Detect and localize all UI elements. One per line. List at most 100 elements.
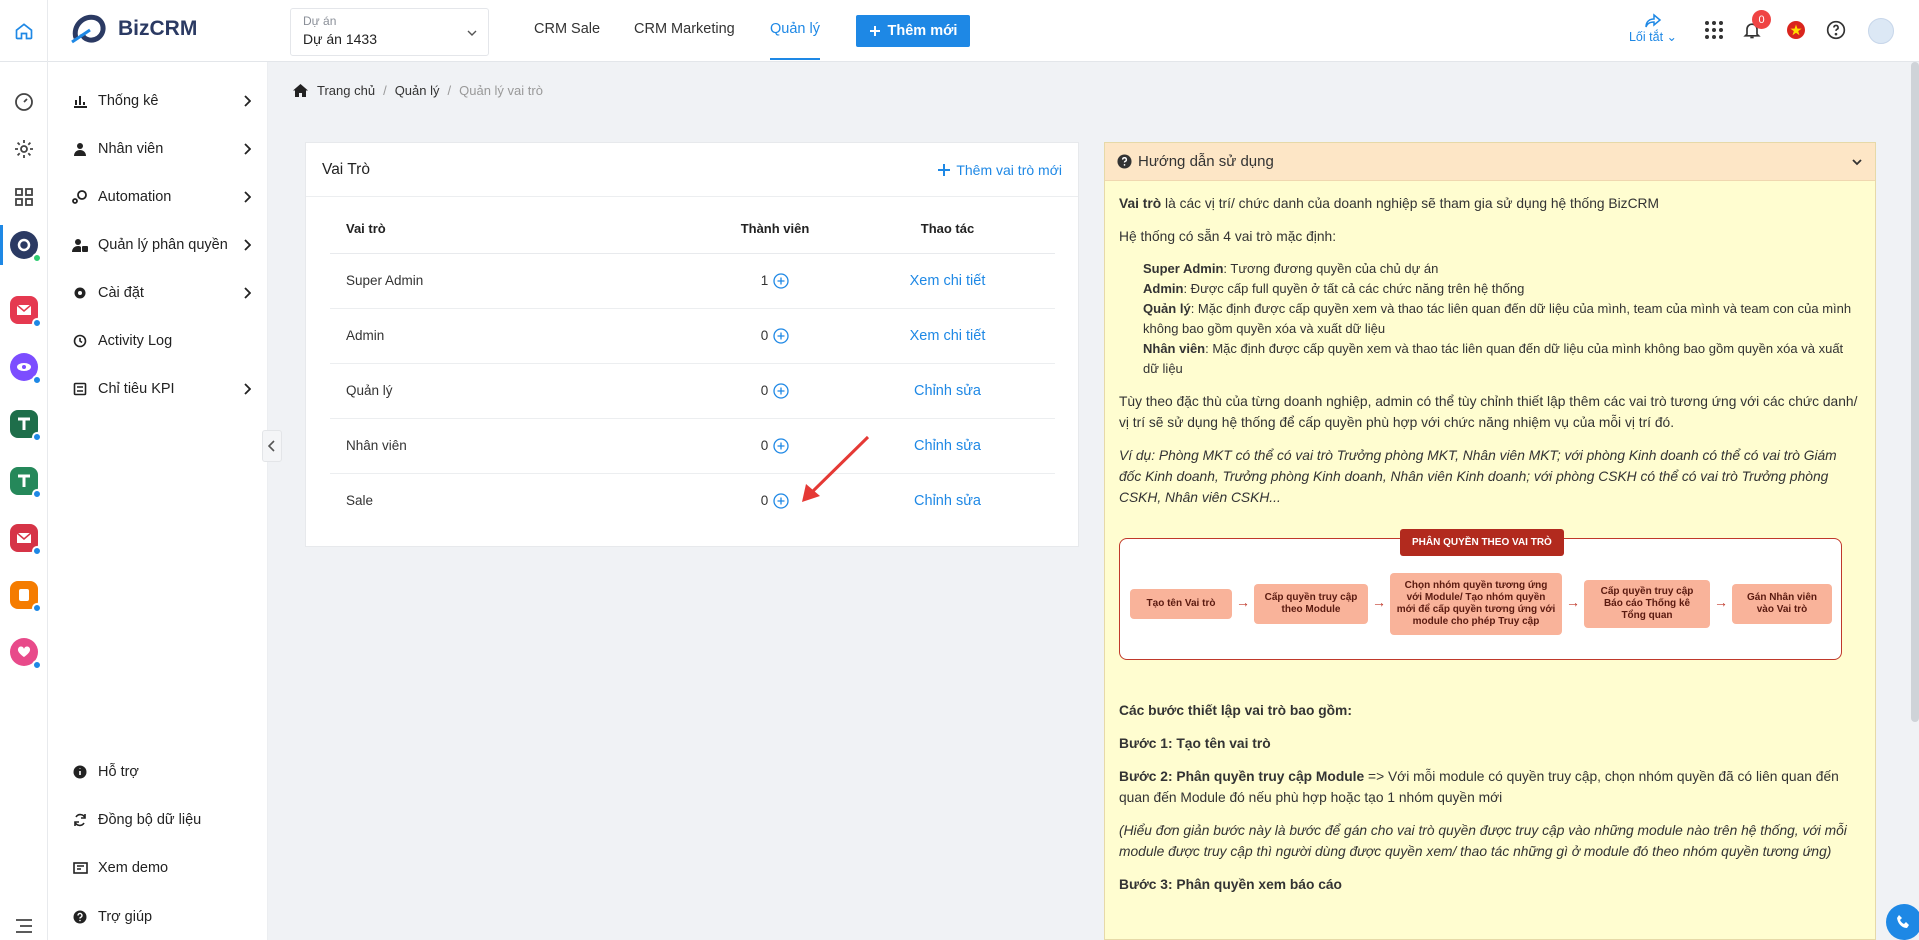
sidebar-item-chi-tieu-kpi[interactable]: Chỉ tiêu KPI [48, 369, 267, 409]
bizcrm-app-icon [17, 238, 31, 252]
menu-lines-icon[interactable] [12, 914, 36, 938]
rail-app-task[interactable] [10, 467, 42, 499]
column-header-members: Thành viên [710, 205, 840, 254]
sidebar-item-thong-ke[interactable]: Thống kê [48, 81, 267, 121]
sidebar-item-dong-bo-du-lieu[interactable]: Đồng bộ dữ liệu [48, 800, 267, 840]
guide-intro-rest: là các vị trí/ chức danh của doanh nghiệ… [1161, 196, 1660, 211]
brand-logo[interactable]: BizCRM [70, 12, 197, 46]
automation-icon [72, 190, 87, 204]
rail-app-mail[interactable] [10, 296, 42, 328]
breadcrumb-home[interactable]: Trang chủ [317, 83, 375, 98]
add-member-icon[interactable] [773, 382, 789, 399]
role-term: Super Admin [1143, 261, 1224, 276]
table-header-row: Vai trò Thành viên Thao tác [330, 205, 1055, 254]
rail-app-document[interactable] [10, 581, 42, 613]
help-icon [73, 910, 87, 924]
role-term: Quản lý [1143, 301, 1191, 316]
role-term: Admin [1143, 281, 1184, 296]
view-detail-link[interactable]: Xem chi tiết [910, 273, 986, 289]
role-desc: : Tương đương quyền của chủ dự án [1223, 261, 1439, 276]
sidebar-item-automation[interactable]: Automation [48, 177, 267, 217]
nav-crm-sale[interactable]: CRM Sale [534, 0, 600, 60]
member-count: 0 [760, 328, 769, 343]
dashboard-gauge-icon[interactable] [12, 89, 36, 113]
breadcrumb-separator: / [447, 82, 452, 98]
sidebar-item-ho-tro[interactable]: Hỗ trợ [48, 752, 267, 792]
add-member-icon[interactable] [773, 493, 789, 509]
guide-title: Hướng dẫn sử dụng [1138, 153, 1274, 170]
add-new-label: Thêm mới [887, 23, 958, 39]
brand-name: BizCRM [118, 17, 198, 40]
guide-header[interactable]: Hướng dẫn sử dụng [1105, 143, 1875, 181]
table-row: Super Admin 1 Xem chi tiết [330, 253, 1055, 309]
share-icon [1645, 13, 1662, 28]
sidebar-item-label: Hỗ trợ [98, 764, 139, 780]
nav-crm-marketing[interactable]: CRM Marketing [634, 0, 735, 60]
eye-app-icon [17, 363, 31, 371]
project-label: Dự án [303, 14, 337, 28]
add-role-button[interactable]: Thêm vai trò mới [938, 162, 1062, 178]
breadcrumb-separator: / [383, 82, 387, 98]
chevron-down-icon [467, 30, 477, 36]
list-icon [73, 382, 87, 396]
rail-app-bizcrm[interactable] [10, 231, 42, 263]
chevron-right-icon [244, 239, 251, 251]
breadcrumb: Trang chủ / Quản lý / Quản lý vai trò [268, 62, 1919, 118]
edit-role-link[interactable]: Chỉnh sửa [914, 438, 981, 454]
apps-grid-icon[interactable] [1704, 20, 1724, 40]
vietnam-flag-icon[interactable] [1786, 20, 1806, 40]
view-detail-link[interactable]: Xem chi tiết [910, 328, 986, 344]
diagram-arrow: → [1236, 594, 1250, 610]
sidebar-item-tro-giup[interactable]: Trợ giúp [48, 897, 267, 937]
role-name: Nhân viên [330, 418, 710, 474]
shortcut-button[interactable]: Lối tắt ⌄ [1628, 13, 1678, 44]
sidebar-item-nhan-vien[interactable]: Nhân viên [48, 129, 267, 169]
notification-badge: 0 [1752, 10, 1771, 29]
project-select[interactable]: Dự án Dự án 1433 [290, 8, 489, 56]
chat-support-button[interactable] [1886, 904, 1919, 940]
role-name: Quản lý [330, 363, 710, 419]
home-button[interactable] [0, 0, 48, 62]
chevron-right-icon [244, 191, 251, 203]
page-scrollbar[interactable] [1911, 62, 1919, 722]
diagram-arrow: → [1714, 594, 1728, 610]
member-count: 0 [760, 438, 769, 453]
sidebar-collapse-toggle[interactable] [262, 430, 282, 462]
rail-app-eye[interactable] [10, 353, 42, 385]
nav-quan-ly[interactable]: Quản lý [770, 0, 820, 60]
rail-app-table[interactable] [10, 410, 42, 442]
sidebar-item-quan-ly-phan-quyen[interactable]: Quản lý phân quyền [48, 225, 267, 265]
sidebar-item-label: Cài đặt [98, 285, 144, 301]
question-circle-icon[interactable] [1826, 20, 1846, 40]
roles-table: Vai trò Thành viên Thao tác Super Admin … [330, 205, 1055, 528]
add-member-icon[interactable] [773, 272, 789, 289]
task-app-icon [18, 474, 30, 487]
mail-app-icon [16, 304, 32, 315]
grid-icon[interactable] [12, 185, 36, 209]
edit-role-link[interactable]: Chỉnh sửa [914, 493, 981, 509]
add-new-button[interactable]: Thêm mới [856, 15, 970, 47]
sidebar-menu: Thống kê Nhân viên Automation Quản lý ph… [48, 62, 268, 940]
user-icon [74, 143, 86, 156]
table-row: Sale 0 Chỉnh sửa [330, 473, 1055, 528]
rail-app-heart[interactable] [10, 638, 42, 670]
role-term: Nhân viên [1143, 341, 1206, 356]
breadcrumb-quan-ly[interactable]: Quản lý [395, 83, 440, 98]
question-circle-icon [1117, 154, 1132, 169]
home-icon[interactable] [292, 83, 309, 98]
rail-active-indicator [0, 225, 3, 265]
gear-icon[interactable] [12, 137, 36, 161]
sidebar-item-label: Thống kê [98, 93, 159, 109]
sidebar-item-activity-log[interactable]: Activity Log [48, 321, 267, 361]
user-avatar[interactable] [1868, 18, 1894, 44]
roles-title: Vai Trò [322, 160, 370, 178]
sidebar-item-cai-dat[interactable]: Cài đặt [48, 273, 267, 313]
add-member-icon[interactable] [773, 327, 789, 344]
top-header: BizCRM Dự án Dự án 1433 CRM Sale CRM Mar… [0, 0, 1919, 62]
rail-app-mail-2[interactable] [10, 524, 42, 556]
table-app-icon [18, 417, 30, 430]
edit-role-link[interactable]: Chỉnh sửa [914, 383, 981, 399]
add-member-icon[interactable] [773, 437, 789, 454]
sidebar-item-label: Activity Log [98, 333, 173, 349]
sidebar-item-xem-demo[interactable]: Xem demo [48, 848, 267, 888]
